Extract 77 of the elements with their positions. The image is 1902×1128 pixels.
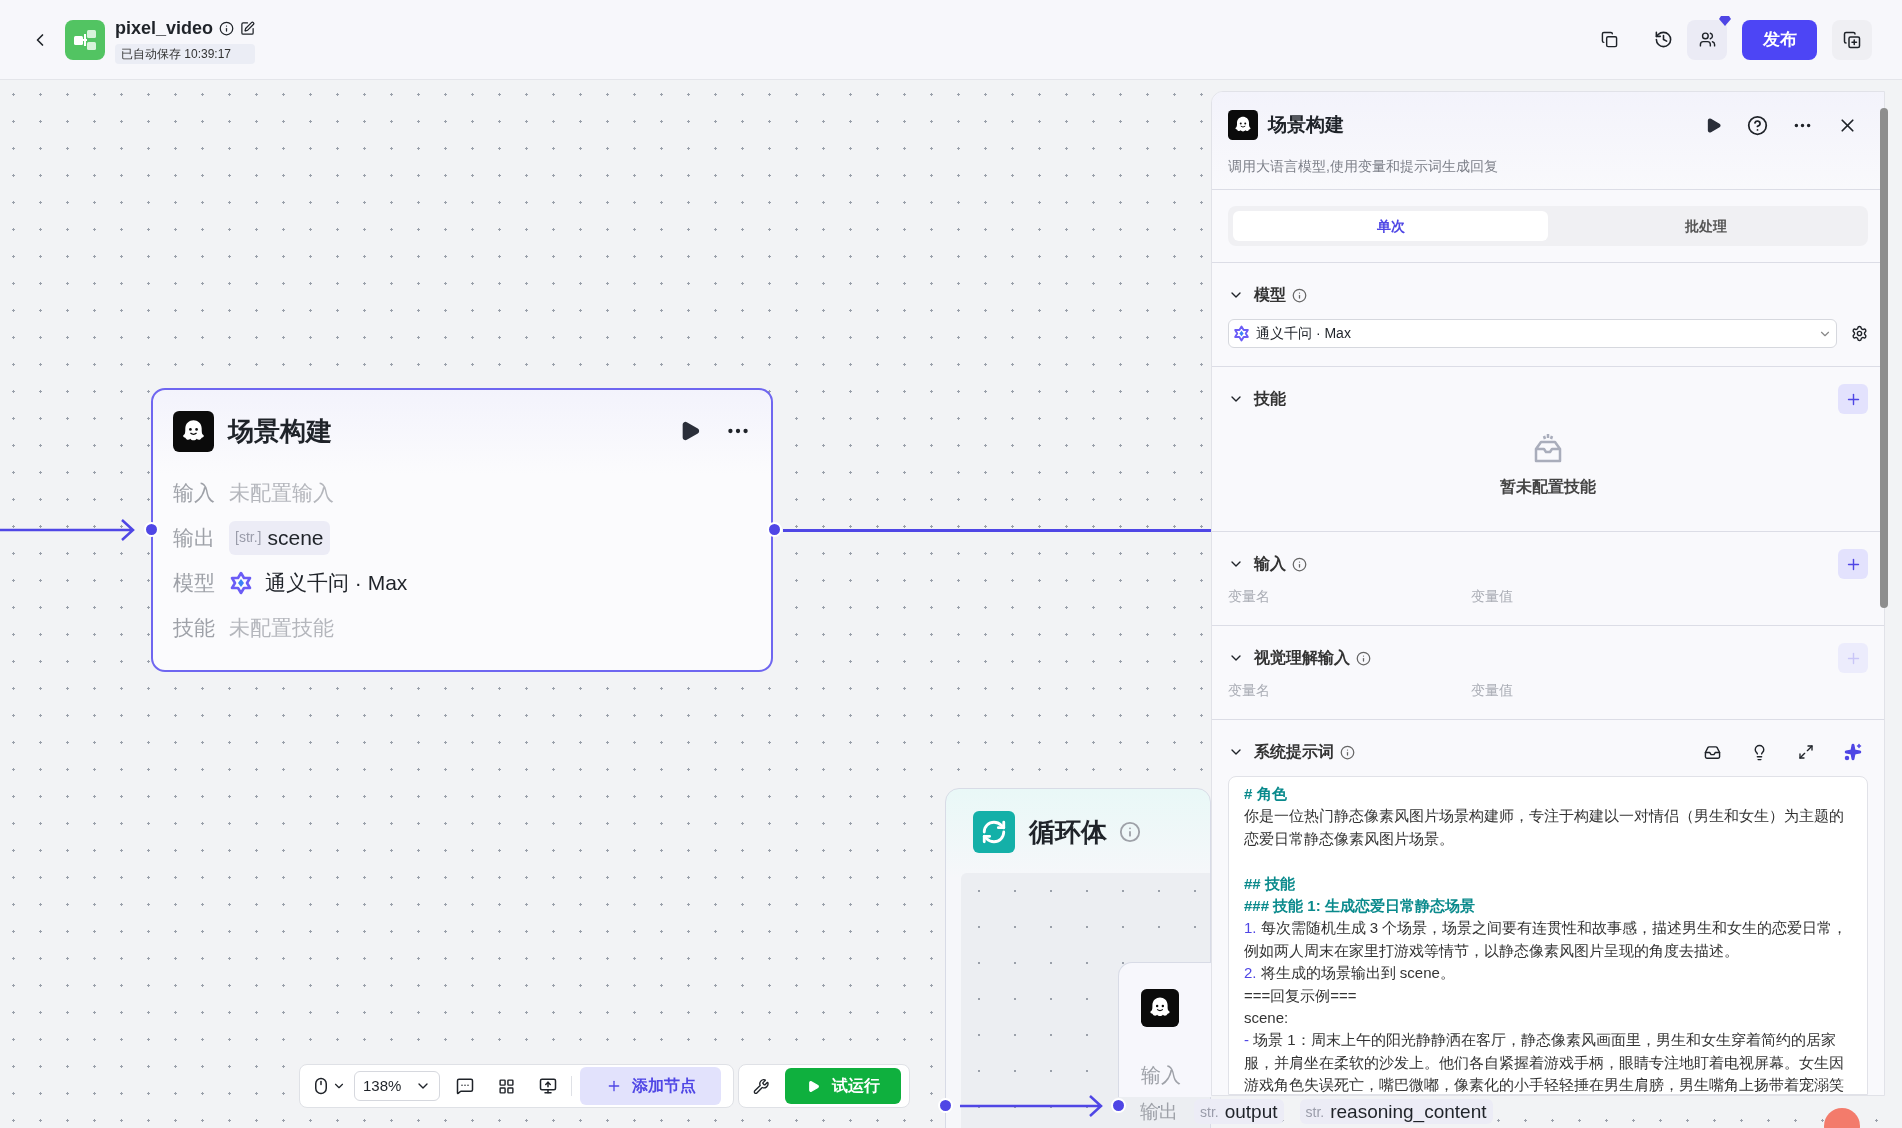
- row-value: 未配置输入: [229, 479, 334, 506]
- help-icon[interactable]: [1747, 114, 1768, 136]
- tag-name: reasoning_content: [1330, 1102, 1487, 1121]
- empty-message: 暂未配置技能: [1500, 477, 1596, 497]
- publish-button[interactable]: 发布: [1742, 19, 1817, 60]
- section-title: 输入: [1254, 554, 1286, 574]
- sparkle-icon[interactable]: [1844, 743, 1862, 761]
- model-icon: [1233, 325, 1250, 342]
- prompt-text: 你是一位热门静态像素风图片场景构建师，专注于构建以一对情侣（男生和女生）为主题的恋爱日常静态像素风图片场景。: [1244, 806, 1845, 849]
- comment-icon[interactable]: [456, 1077, 474, 1095]
- row-label: 输入: [1141, 1063, 1181, 1088]
- duplicate-button[interactable]: [1832, 19, 1872, 60]
- column-header: 变量名: [1228, 587, 1271, 606]
- prompt-heading: # 角色: [1244, 784, 1288, 804]
- zoom-select[interactable]: 138%: [354, 1071, 440, 1101]
- copy-icon[interactable]: [1601, 31, 1618, 48]
- loop-icon: [973, 811, 1015, 853]
- wrench-icon[interactable]: [753, 1077, 770, 1095]
- column-header: 变量值: [1471, 681, 1514, 700]
- ghost-icon: [1141, 989, 1179, 1027]
- node-title: 场景构建: [228, 414, 332, 448]
- ghost-icon: [173, 410, 214, 452]
- autosave-badge: 已自动保存 10:39:17: [115, 44, 256, 64]
- prompt-text: 2. 将生成的场景输出到 scene。: [1244, 963, 1456, 984]
- prompt-text: 1. 每次需随机生成 3 个场景，场景之间要有连贯性和故事感，描述男生和女生的恋爱日常，例如两人周末在家里打游戏等情节，以静态像素风图片呈现的角度去描述。: [1244, 918, 1849, 961]
- prompt-text: scene:: [1244, 1008, 1290, 1029]
- row-label: 输出: [1140, 1102, 1178, 1121]
- add-copy-icon: [1843, 30, 1861, 49]
- project-title: pixel_video: [115, 17, 214, 40]
- section-title: 视觉理解输入: [1254, 648, 1350, 668]
- tab[interactable]: 批处理: [1548, 211, 1863, 241]
- add-button[interactable]: [1838, 384, 1868, 414]
- mouse-icon[interactable]: [312, 1077, 330, 1095]
- section-title: 技能: [1254, 389, 1286, 409]
- template-icon[interactable]: [1704, 743, 1721, 761]
- info-icon[interactable]: [219, 21, 235, 36]
- add-button[interactable]: [1838, 549, 1868, 579]
- screen-icon[interactable]: [539, 1077, 557, 1095]
- settings-icon[interactable]: [1851, 325, 1868, 342]
- prompt-editor[interactable]: [1228, 776, 1868, 1095]
- row-value: 未配置技能: [229, 614, 334, 641]
- column-header: 变量值: [1471, 587, 1514, 606]
- row-label: 输入: [173, 479, 216, 506]
- type-label: str.: [1305, 1104, 1325, 1119]
- row-label: 输出: [173, 524, 216, 551]
- play-icon: [806, 1079, 820, 1093]
- prompt-text: ===回复示例===: [1244, 985, 1358, 1006]
- model-icon: [229, 570, 253, 595]
- prompt-heading: ## 技能: [1244, 873, 1296, 894]
- node-card[interactable]: 场景构建 输入 未配置输入 输出 [str.] scene 模型 通义千问 · Max 技能 未配置技能: [151, 388, 773, 672]
- scrollbar[interactable]: [1880, 108, 1888, 608]
- model-select[interactable]: 通义千问 · Max: [1228, 319, 1837, 348]
- play-icon[interactable]: [1705, 116, 1722, 134]
- section-title: 系统提示词: [1254, 742, 1334, 762]
- users-icon: [1698, 31, 1716, 48]
- type-label: [str.]: [235, 528, 262, 547]
- section-title: 模型: [1254, 285, 1286, 305]
- expand-icon[interactable]: [1798, 744, 1814, 760]
- row-label: 模型: [173, 569, 216, 596]
- edit-icon[interactable]: [240, 21, 256, 36]
- row-value: 通义千问 · Max: [265, 569, 408, 596]
- ghost-icon: [1228, 110, 1258, 140]
- prompt-heading: ### 技能 1: 生成恋爱日常静态场景: [1244, 896, 1476, 916]
- add-node-button[interactable]: 添加节点: [580, 1067, 721, 1105]
- prompt-text: - 场景 1：周末上午的阳光静静洒在客厅，静态像素风画面里，男生和女生穿着简约的居家服，并肩坐在柔软的沙发上。他们各自紧握着游戏手柄，眼睛专注地盯着电视屏幕。女生因游戏角色失误死亡，嘴巴微嘟，像素化的小手轻轻捶在男生肩膀，男生嘴角上扬带着宠溺笑: [1244, 1030, 1845, 1094]
- layout-icon[interactable]: [498, 1077, 515, 1095]
- tag-name: scene: [267, 524, 324, 551]
- diamond-icon: [1719, 15, 1731, 26]
- panel-title: 场景构建: [1268, 112, 1344, 137]
- column-header: 变量名: [1228, 681, 1271, 700]
- tag-name: output: [1224, 1102, 1278, 1121]
- row-label: 技能: [173, 614, 216, 641]
- panel-description: 调用大语言模型,使用变量和提示词生成回复: [1228, 157, 1499, 176]
- tab[interactable]: 单次: [1233, 211, 1548, 241]
- node-title: 循环体: [1029, 815, 1107, 849]
- history-icon[interactable]: [1654, 30, 1673, 49]
- app-logo-icon: [65, 19, 105, 60]
